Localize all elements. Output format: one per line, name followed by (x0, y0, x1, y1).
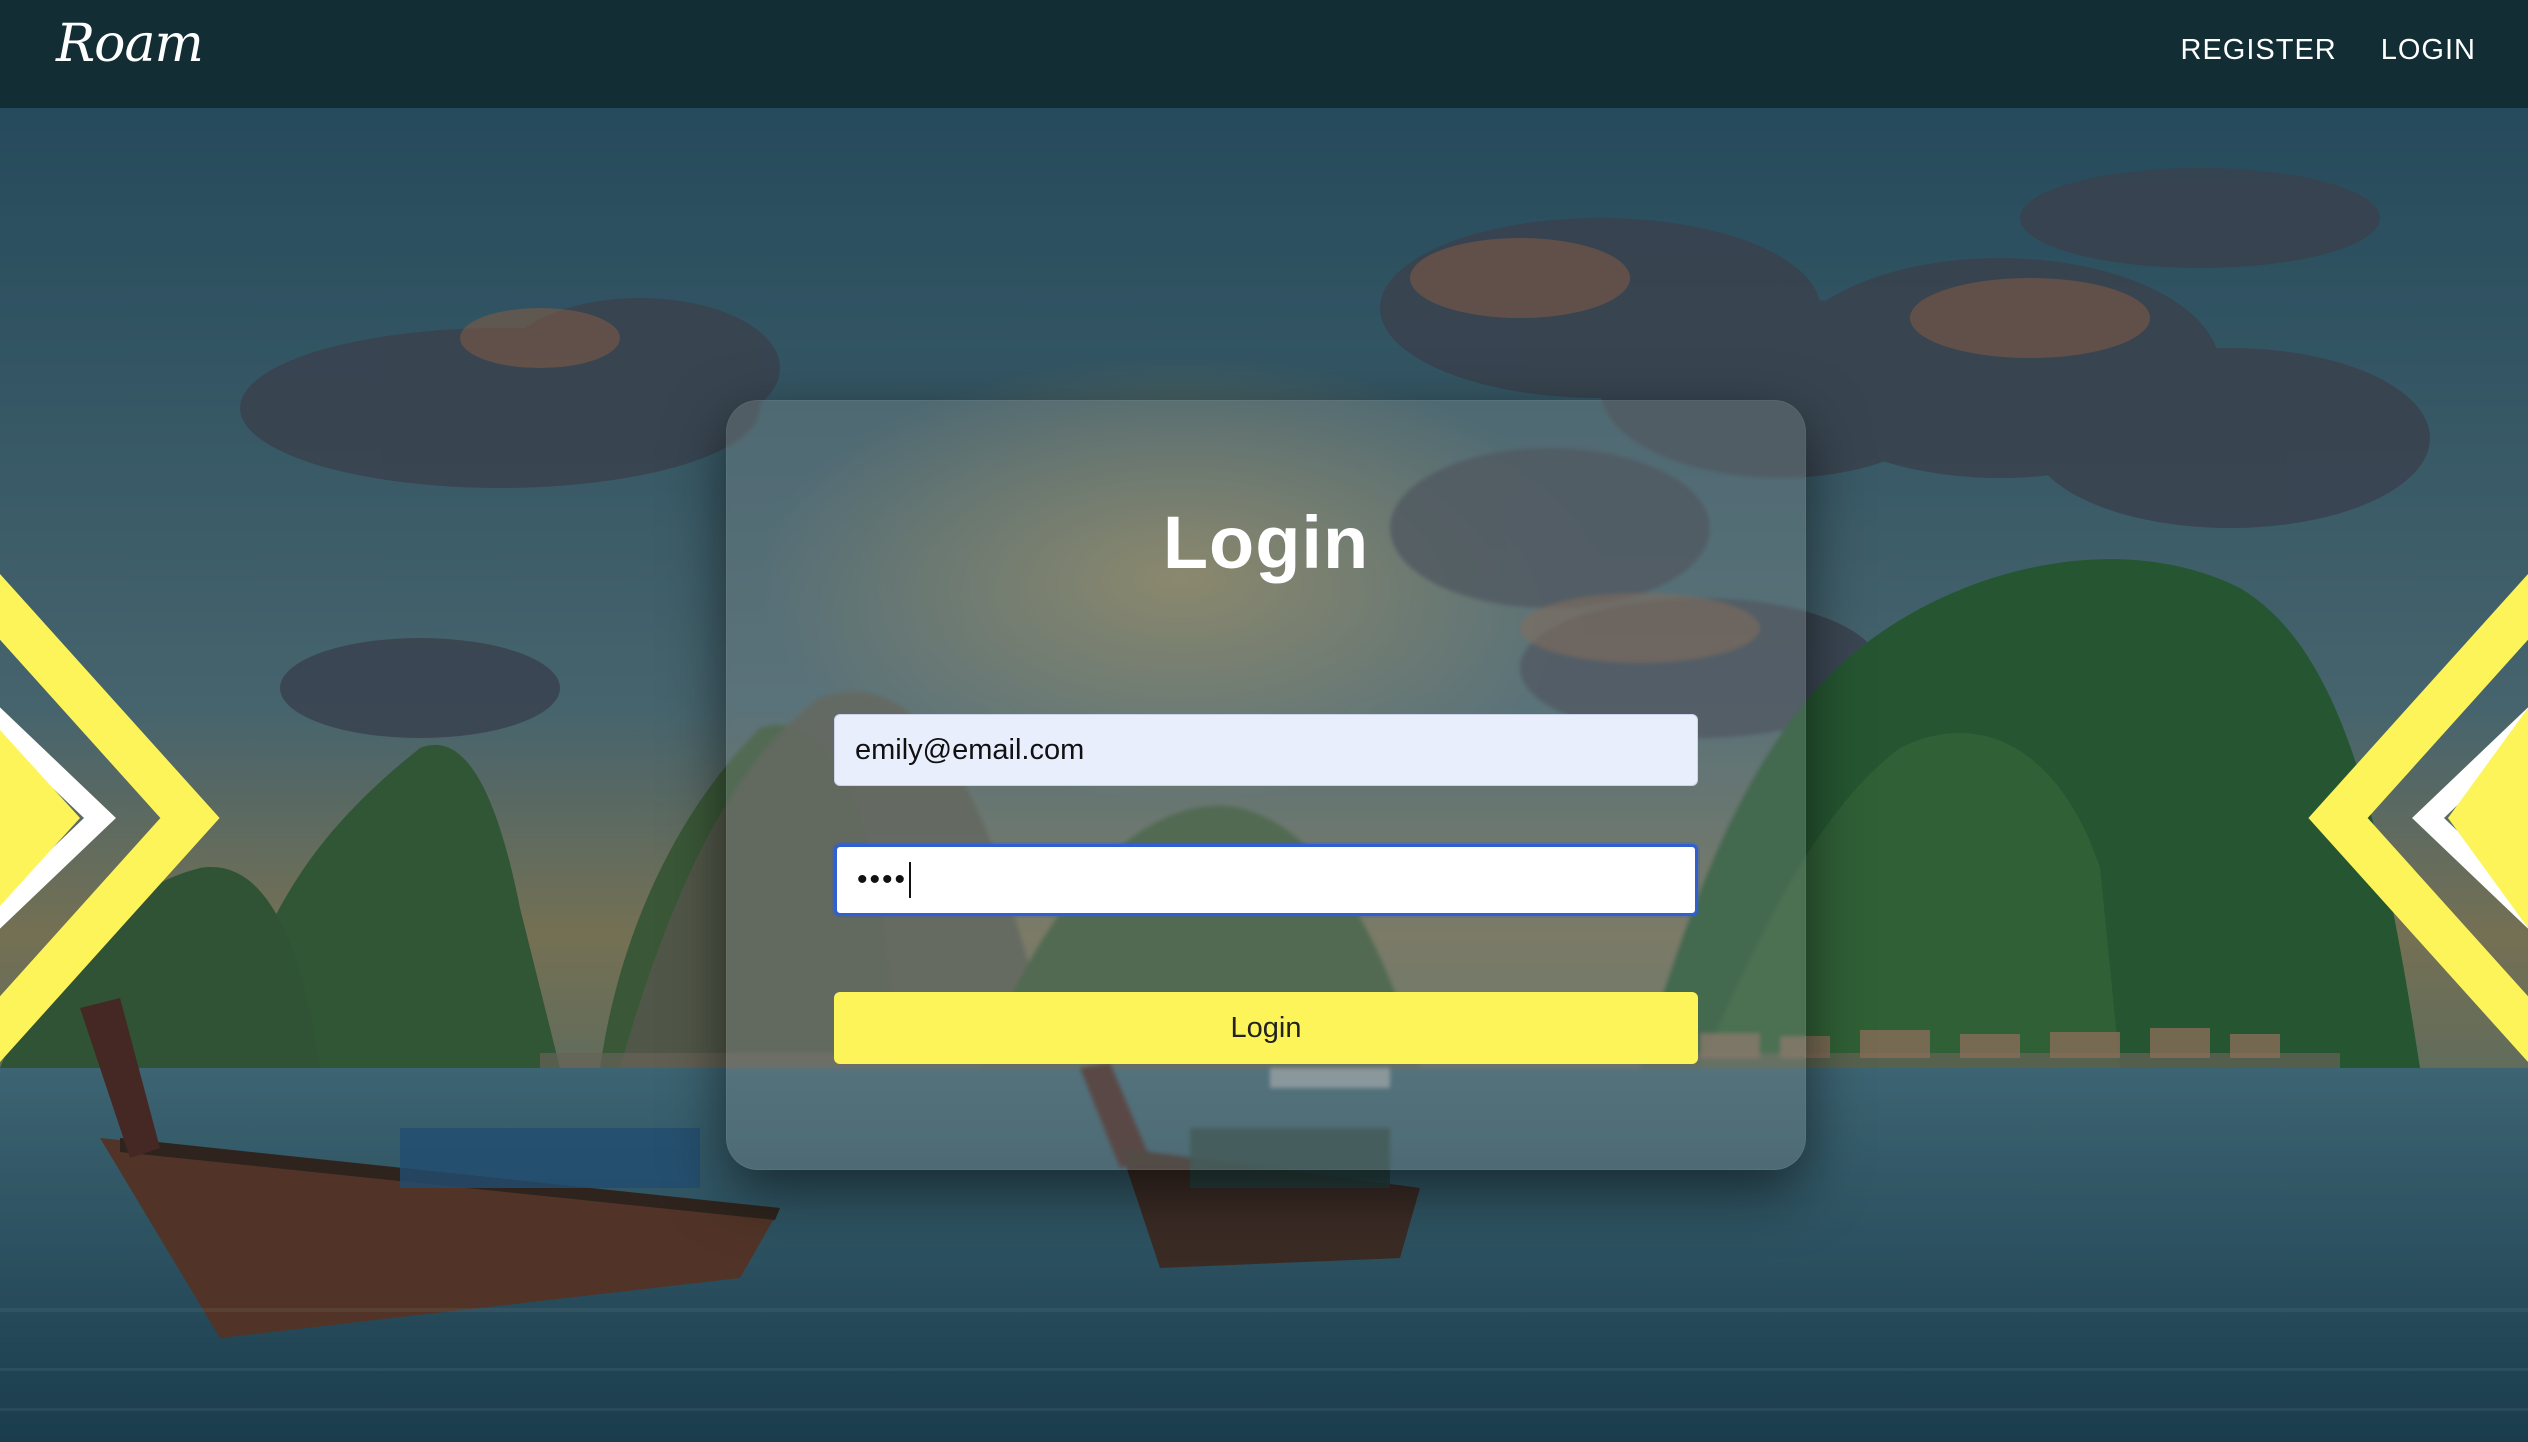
navbar: Roam REGISTER LOGIN (0, 0, 2528, 108)
brand-logo[interactable]: Roam (56, 14, 204, 74)
nav-links: REGISTER LOGIN (2181, 34, 2477, 67)
nav-link-register[interactable]: REGISTER (2181, 34, 2337, 67)
email-field[interactable]: emily@email.com (834, 714, 1698, 786)
text-caret (909, 862, 912, 898)
login-button-label: Login (1230, 1011, 1302, 1044)
login-card: Login emily@email.com •••• Login (726, 400, 1806, 1170)
login-title: Login (1162, 501, 1370, 584)
nav-link-login[interactable]: LOGIN (2381, 34, 2476, 67)
email-value: emily@email.com (855, 733, 1085, 766)
password-field[interactable]: •••• (834, 844, 1698, 916)
login-button[interactable]: Login (834, 992, 1698, 1064)
page: Roam REGISTER LOGIN Login emily@email.co… (0, 0, 2528, 1442)
password-value: •••• (857, 863, 908, 896)
